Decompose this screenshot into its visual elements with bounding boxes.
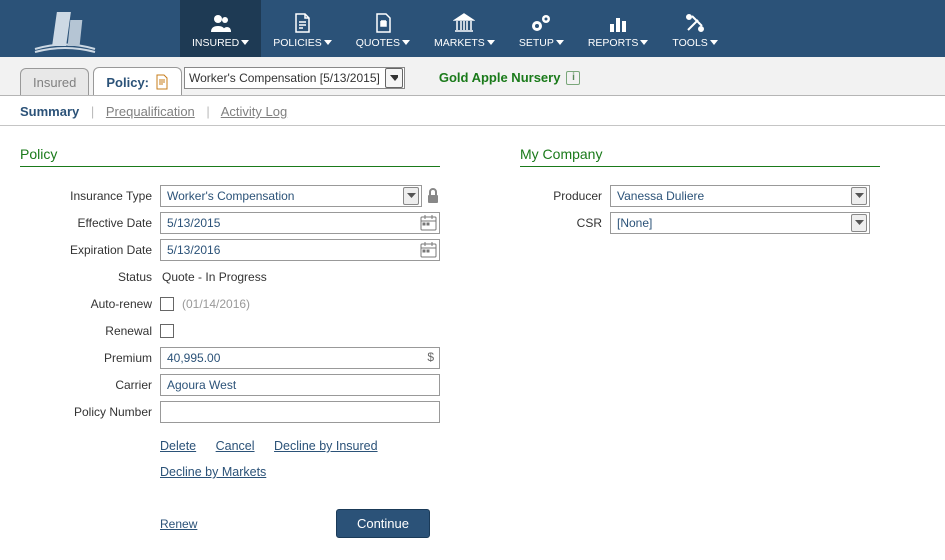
nav-label: TOOLS bbox=[672, 37, 707, 49]
chevron-down-icon[interactable] bbox=[385, 68, 403, 88]
company-section: My Company Producer Vanessa Duliere CSR … bbox=[520, 146, 880, 538]
nav-label: INSURED bbox=[192, 37, 239, 49]
decline-by-insured-link[interactable]: Decline by Insured bbox=[274, 439, 378, 453]
person-group-icon bbox=[209, 11, 233, 35]
cancel-link[interactable]: Cancel bbox=[216, 439, 255, 453]
continue-button[interactable]: Continue bbox=[336, 509, 430, 538]
logo bbox=[30, 4, 100, 54]
action-links: Delete Cancel Decline by Insured Decline… bbox=[160, 439, 440, 479]
renew-link[interactable]: Renew bbox=[160, 517, 197, 531]
currency-symbol: $ bbox=[427, 350, 434, 364]
nav-label: QUOTES bbox=[356, 37, 400, 49]
policy-section: Policy Insurance Type Worker's Compensat… bbox=[20, 146, 440, 538]
tab-policy[interactable]: Policy: bbox=[93, 67, 182, 95]
content: Policy Insurance Type Worker's Compensat… bbox=[0, 126, 945, 558]
nav-insured[interactable]: INSURED bbox=[180, 0, 261, 57]
tab-insured[interactable]: Insured bbox=[20, 68, 89, 95]
policy-title: Policy bbox=[20, 146, 440, 167]
renewal-checkbox[interactable] bbox=[160, 324, 174, 338]
label-policy-number: Policy Number bbox=[20, 405, 160, 419]
chevron-down-icon bbox=[324, 40, 332, 46]
label-status: Status bbox=[20, 270, 160, 284]
chevron-down-icon bbox=[851, 214, 867, 232]
gears-icon bbox=[529, 11, 553, 35]
nav-label: SETUP bbox=[519, 37, 554, 49]
label-csr: CSR bbox=[520, 216, 610, 230]
nav-setup[interactable]: SETUP bbox=[507, 0, 576, 57]
bar-chart-icon bbox=[606, 11, 630, 35]
label-effective-date: Effective Date bbox=[20, 216, 160, 230]
nav-label: REPORTS bbox=[588, 37, 639, 49]
chevron-down-icon bbox=[556, 40, 564, 46]
expiration-date-input[interactable] bbox=[160, 239, 440, 261]
calendar-icon[interactable] bbox=[420, 214, 437, 231]
nav-quotes[interactable]: QUOTES bbox=[344, 0, 422, 57]
lock-icon bbox=[426, 188, 440, 204]
document-icon bbox=[155, 74, 169, 90]
chevron-down-icon bbox=[403, 187, 419, 205]
insurance-type-select[interactable]: Worker's Compensation bbox=[160, 185, 422, 207]
top-nav: INSURED POLICIES QUOTES MARKETS SETUP bbox=[0, 0, 945, 57]
nav-markets[interactable]: MARKETS bbox=[422, 0, 507, 57]
nav-label: POLICIES bbox=[273, 37, 321, 49]
decline-by-markets-link[interactable]: Decline by Markets bbox=[160, 465, 266, 479]
status-value: Quote - In Progress bbox=[160, 270, 267, 284]
sub-tab-bar: Insured Policy: Worker's Compensation [5… bbox=[0, 57, 945, 96]
auto-renew-checkbox[interactable] bbox=[160, 297, 174, 311]
auto-renew-hint: (01/14/2016) bbox=[182, 297, 250, 311]
producer-select[interactable]: Vanessa Duliere bbox=[610, 185, 870, 207]
info-icon[interactable]: i bbox=[566, 71, 580, 85]
tools-icon bbox=[683, 11, 707, 35]
nav-label: MARKETS bbox=[434, 37, 485, 49]
insured-name: Gold Apple Nursery i bbox=[439, 70, 581, 85]
company-title: My Company bbox=[520, 146, 880, 167]
bank-icon bbox=[452, 11, 476, 35]
calendar-icon[interactable] bbox=[420, 241, 437, 258]
nav-items: INSURED POLICIES QUOTES MARKETS SETUP bbox=[180, 0, 730, 57]
policy-select-value: Worker's Compensation [5/13/2015] bbox=[185, 71, 384, 85]
label-producer: Producer bbox=[520, 189, 610, 203]
chevron-down-icon bbox=[402, 40, 410, 46]
chevron-down-icon bbox=[487, 40, 495, 46]
tertiary-activity-log[interactable]: Activity Log bbox=[221, 104, 287, 119]
tertiary-prequalification[interactable]: Prequalification bbox=[106, 104, 195, 119]
label-carrier: Carrier bbox=[20, 378, 160, 392]
nav-reports[interactable]: REPORTS bbox=[576, 0, 661, 57]
chevron-down-icon bbox=[710, 40, 718, 46]
chevron-down-icon bbox=[241, 40, 249, 46]
tertiary-nav: Summary | Prequalification | Activity Lo… bbox=[0, 96, 945, 126]
chevron-down-icon bbox=[640, 40, 648, 46]
delete-link[interactable]: Delete bbox=[160, 439, 196, 453]
tertiary-summary[interactable]: Summary bbox=[20, 104, 79, 119]
document-icon bbox=[290, 11, 314, 35]
label-auto-renew: Auto-renew bbox=[20, 297, 160, 311]
nav-tools[interactable]: TOOLS bbox=[660, 0, 729, 57]
label-insurance-type: Insurance Type bbox=[20, 189, 160, 203]
policy-select[interactable]: Worker's Compensation [5/13/2015] bbox=[184, 67, 405, 89]
document-timer-icon bbox=[371, 11, 395, 35]
tab-policy-label: Policy: bbox=[106, 75, 149, 90]
carrier-input[interactable] bbox=[160, 374, 440, 396]
label-expiration-date: Expiration Date bbox=[20, 243, 160, 257]
label-premium: Premium bbox=[20, 351, 160, 365]
nav-policies[interactable]: POLICIES bbox=[261, 0, 343, 57]
premium-input[interactable] bbox=[160, 347, 440, 369]
policy-number-input[interactable] bbox=[160, 401, 440, 423]
effective-date-input[interactable] bbox=[160, 212, 440, 234]
chevron-down-icon bbox=[851, 187, 867, 205]
label-renewal: Renewal bbox=[20, 324, 160, 338]
csr-select[interactable]: [None] bbox=[610, 212, 870, 234]
